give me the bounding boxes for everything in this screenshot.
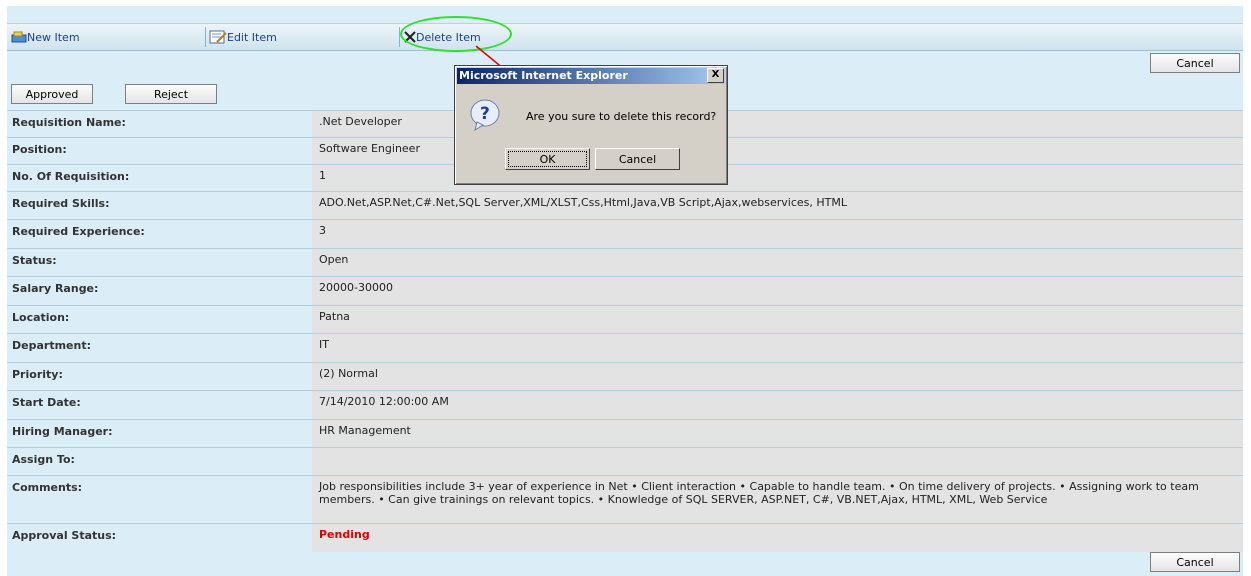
- confirm-dialog: Microsoft Internet Explorer X ? Are you …: [454, 65, 728, 185]
- dialog-close-button[interactable]: X: [707, 68, 724, 83]
- dialog-message: Are you sure to delete this record?: [526, 110, 717, 123]
- dialog-cancel-button[interactable]: Cancel: [595, 148, 680, 170]
- dialog-title: Microsoft Internet Explorer: [457, 68, 725, 84]
- dialog-ok-button[interactable]: OK: [505, 148, 590, 170]
- question-icon: ?: [470, 99, 500, 132]
- svg-text:?: ?: [480, 104, 490, 124]
